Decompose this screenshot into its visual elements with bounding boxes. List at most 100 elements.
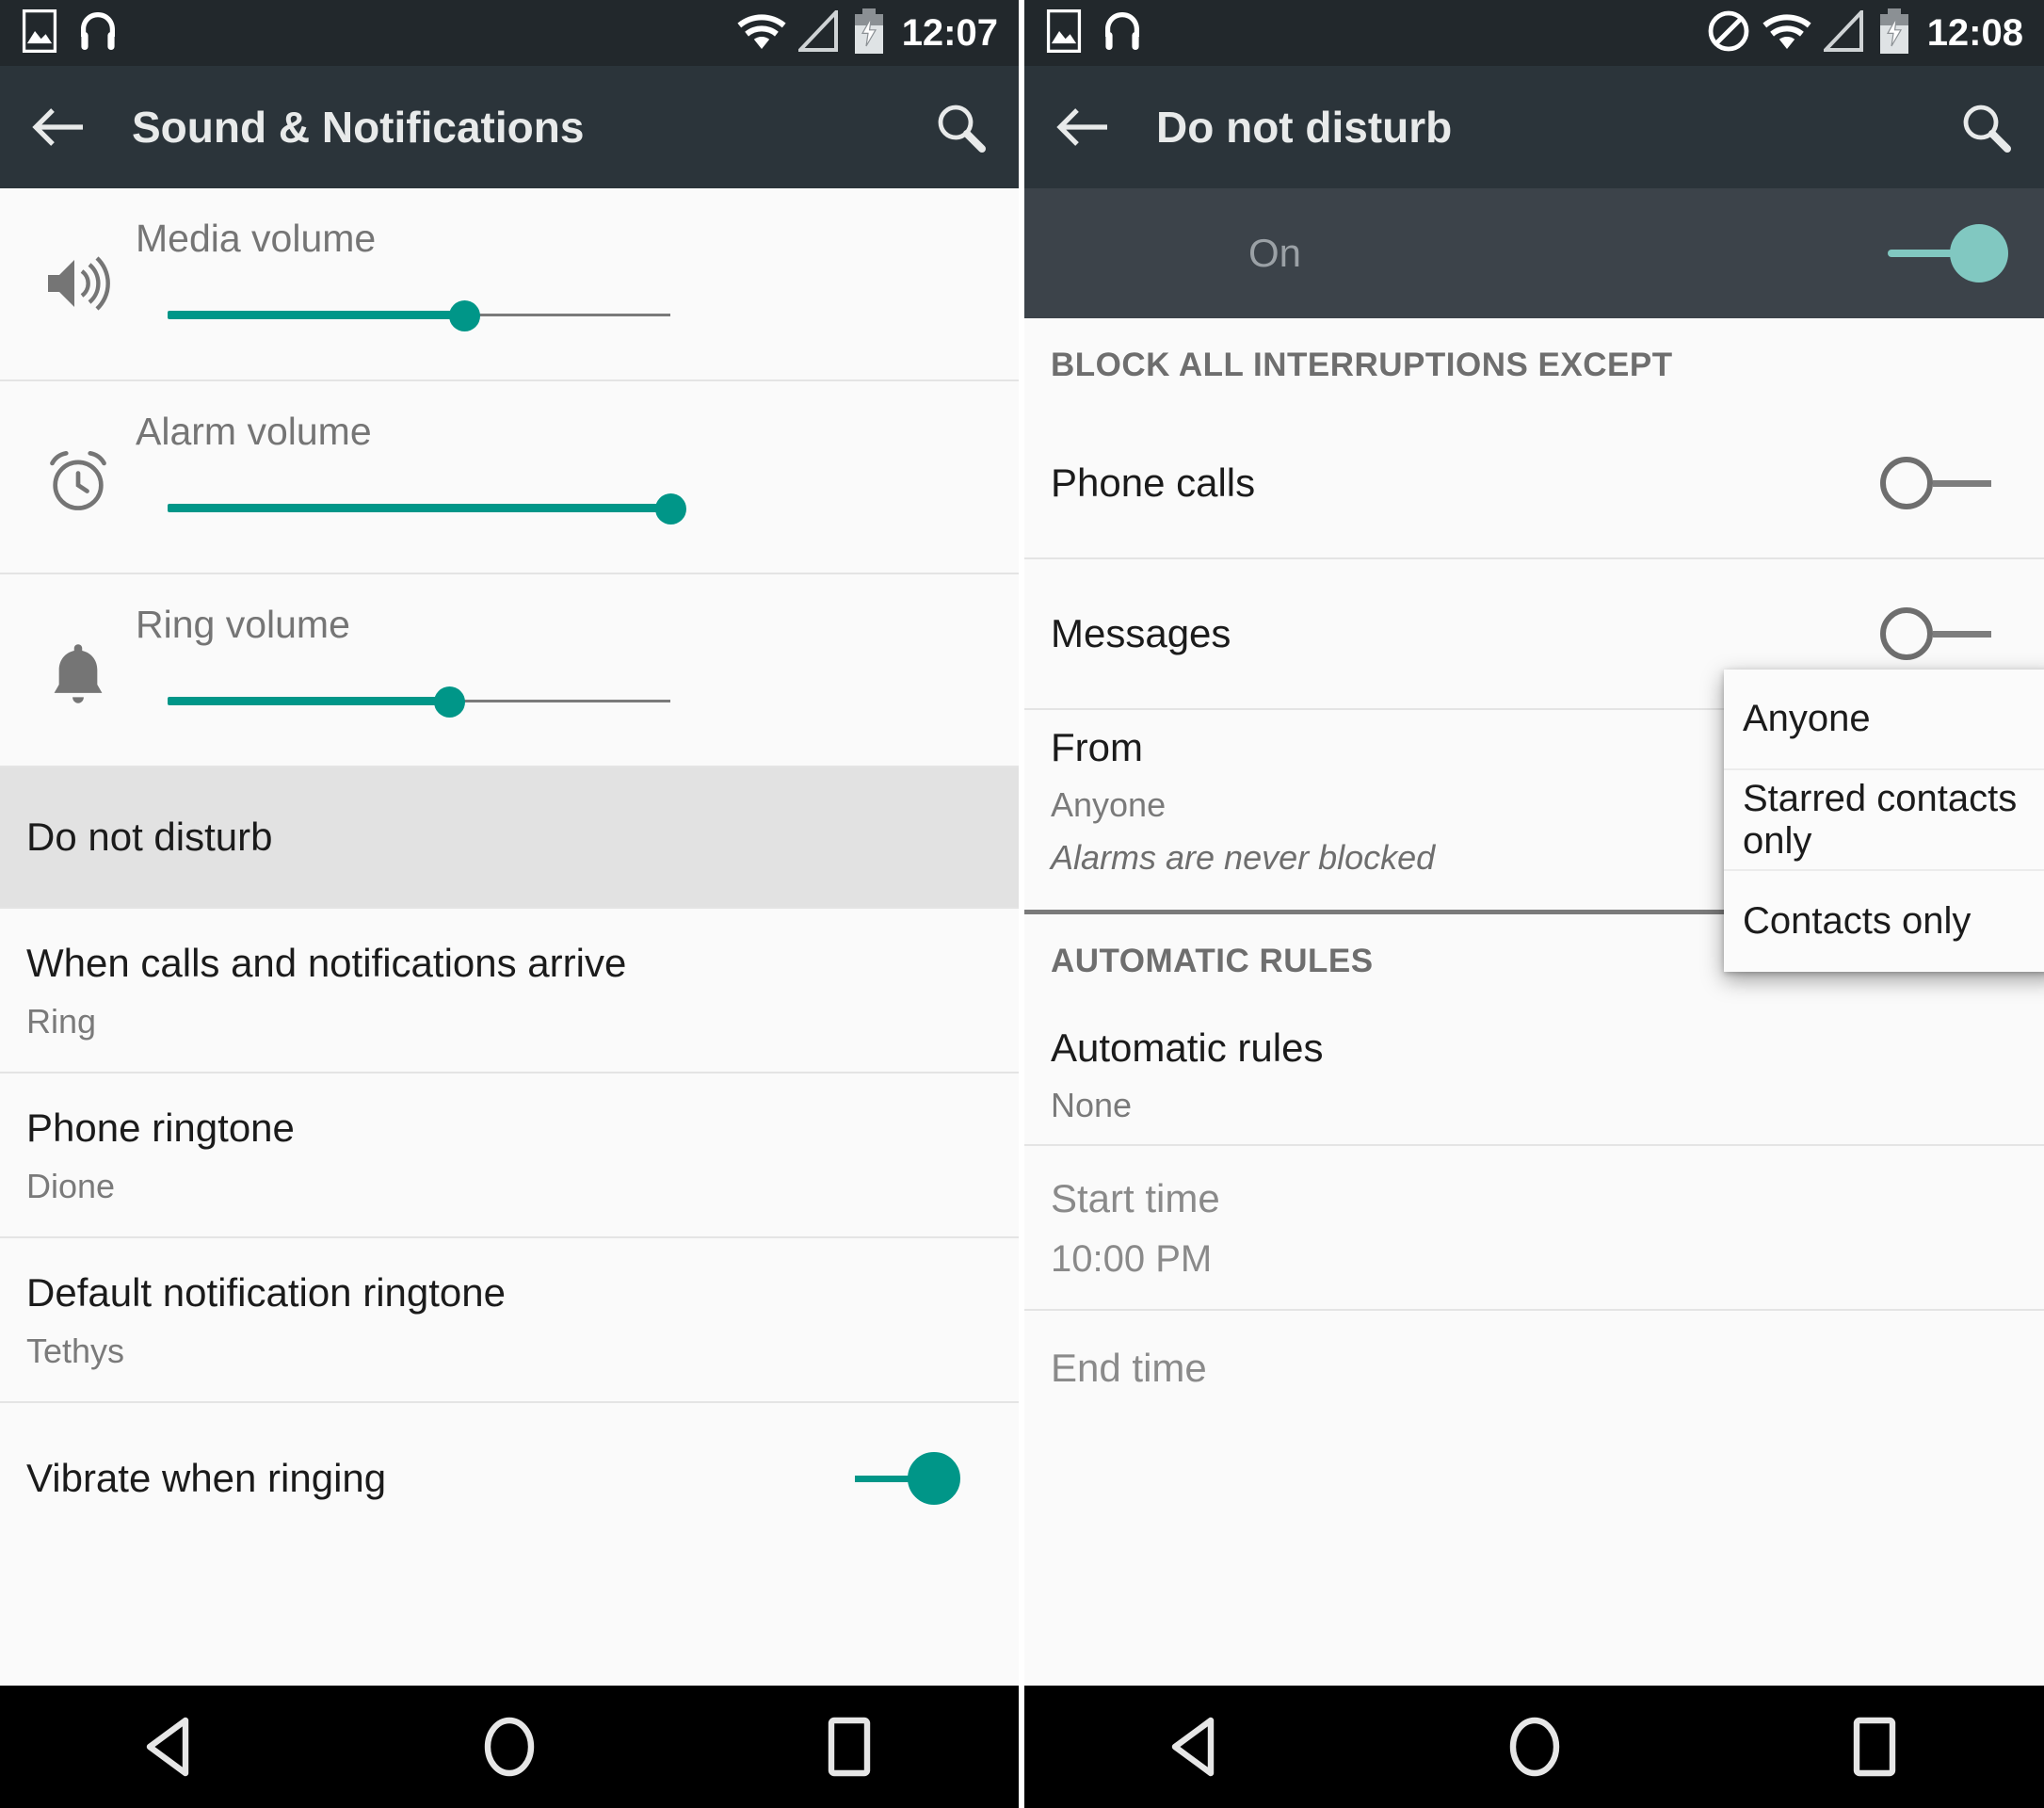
back-arrow-icon[interactable] — [1053, 97, 1113, 157]
list-item-default-notification-ringtone[interactable]: Default notification ringtone Tethys — [0, 1238, 1019, 1403]
recents-square-icon[interactable] — [1818, 1690, 1931, 1803]
page-title: Do not disturb — [1156, 103, 1453, 152]
recents-square-icon[interactable] — [793, 1690, 906, 1803]
headphones-icon — [1100, 8, 1145, 58]
list-item-title: Phone ringtone — [26, 1106, 295, 1151]
dropdown-option-anyone[interactable]: Anyone — [1724, 670, 2044, 770]
home-circle-icon[interactable] — [1478, 1690, 1591, 1803]
slider-label: Ring volume — [136, 603, 350, 646]
list-item-phone-ringtone[interactable]: Phone ringtone Dione — [0, 1074, 1019, 1238]
slider-row-alarm-volume[interactable]: Alarm volume — [0, 381, 1019, 574]
slider-body: Alarm volume — [130, 389, 992, 527]
switch-track — [1888, 250, 1955, 257]
list-item-end-time[interactable]: End time — [1024, 1311, 2044, 1425]
slider-thumb[interactable] — [449, 300, 481, 331]
switch-knob — [1880, 457, 1933, 509]
back-triangle-icon[interactable] — [113, 1690, 226, 1803]
bell-icon — [26, 582, 130, 708]
phone-calls-toggle-switch[interactable] — [1880, 457, 1991, 509]
cell-signal-icon — [796, 7, 842, 56]
alarm-volume-slider[interactable] — [168, 490, 686, 527]
image-icon — [1045, 8, 1083, 57]
home-circle-icon[interactable] — [453, 1690, 566, 1803]
status-left-icons — [21, 8, 121, 58]
do-not-disturb-icon — [1707, 9, 1750, 57]
list-item-subtitle: None — [1051, 1086, 1133, 1125]
page-title: Sound & Notifications — [132, 103, 585, 152]
list-item-start-time[interactable]: Start time 10:00 PM — [1024, 1146, 2044, 1312]
switch-knob — [1880, 607, 1933, 660]
ring-volume-slider[interactable] — [168, 683, 670, 720]
list-item-subtitle: Tethys — [26, 1331, 125, 1370]
list-item-automatic-rules[interactable]: Automatic rules None — [1024, 1005, 2044, 1147]
list-item-title: Start time — [1051, 1176, 1220, 1221]
switch-track — [1933, 631, 1991, 638]
master-switch-label: On — [1248, 231, 1302, 275]
slider-label: Media volume — [136, 217, 377, 260]
list-item-phone-calls[interactable]: Phone calls — [1024, 409, 2044, 559]
slider-row-media-volume[interactable]: Media volume — [0, 188, 1019, 381]
list-item-when-calls-arrive[interactable]: When calls and notifications arrive Ring — [0, 909, 1019, 1074]
slider-body: Media volume — [130, 196, 992, 334]
list-item-vibrate-when-ringing[interactable]: Vibrate when ringing — [0, 1403, 1019, 1554]
cell-signal-icon — [1821, 7, 1867, 56]
volume-up-icon — [26, 196, 130, 313]
back-arrow-icon[interactable] — [28, 97, 89, 157]
switch-track — [1933, 480, 1991, 487]
list-item-title: Automatic rules — [1051, 1025, 1324, 1071]
vibrate-toggle-switch[interactable] — [855, 1452, 966, 1505]
slider-fill — [168, 504, 670, 512]
right-navigation-bar — [1024, 1686, 2044, 1808]
status-right-icons: 12:08 — [1707, 0, 2023, 66]
right-status-bar: 12:08 — [1024, 0, 2044, 66]
left-navigation-bar — [0, 1686, 1019, 1808]
list-item-title: Do not disturb — [26, 815, 273, 859]
switch-knob — [1950, 224, 2008, 282]
switch-knob — [908, 1452, 960, 1505]
dual-screenshot-container: 12:07 Sound & Notifications Media volume — [0, 0, 2044, 1808]
media-volume-slider[interactable] — [168, 297, 670, 334]
slider-body: Ring volume — [130, 582, 992, 720]
search-icon[interactable] — [930, 97, 990, 157]
list-item-title: When calls and notifications arrive — [26, 941, 627, 986]
status-clock: 12:08 — [1926, 12, 2023, 54]
alarm-clock-icon — [26, 389, 130, 515]
list-item-subtitle: Ring — [26, 1001, 97, 1041]
slider-row-ring-volume[interactable]: Ring volume — [0, 574, 1019, 767]
section-header-block-all-interruptions: BLOCK ALL INTERRUPTIONS EXCEPT — [1024, 318, 2044, 409]
list-item-title: Vibrate when ringing — [26, 1456, 387, 1500]
left-status-bar: 12:07 — [0, 0, 1019, 66]
slider-fill — [168, 697, 450, 705]
list-item-subtitle: 10:00 PM — [1051, 1237, 1213, 1280]
list-item-title: Default notification ringtone — [26, 1270, 506, 1316]
list-item-do-not-disturb[interactable]: Do not disturb — [0, 767, 1019, 909]
master-toggle-switch[interactable] — [1888, 224, 2012, 282]
wifi-icon — [736, 10, 787, 56]
status-left-icons — [1045, 8, 1145, 58]
back-triangle-icon[interactable] — [1138, 1690, 1251, 1803]
right-app-bar: Do not disturb — [1024, 66, 2044, 188]
messages-toggle-switch[interactable] — [1880, 607, 1991, 660]
right-phone-screen: 12:08 Do not disturb On BLOCK ALL INTERR… — [1024, 0, 2044, 1808]
list-item-title: Messages — [1051, 611, 1231, 655]
slider-label: Alarm volume — [136, 410, 372, 453]
do-not-disturb-master-switch-row[interactable]: On — [1024, 188, 2044, 318]
battery-charging-icon — [1878, 8, 1910, 58]
left-settings-list: Media volume Alarm volume Ring volume Do… — [0, 188, 1019, 1554]
list-item-title: Phone calls — [1051, 460, 1256, 505]
status-right-icons: 12:07 — [736, 0, 998, 66]
list-item-subtitle: Dione — [26, 1166, 116, 1205]
left-phone-screen: 12:07 Sound & Notifications Media volume — [0, 0, 1019, 1808]
list-item-title: End time — [1051, 1345, 1207, 1390]
from-dropdown-menu[interactable]: Anyone Starred contacts only Contacts on… — [1724, 670, 2044, 972]
dropdown-option-starred-contacts-only[interactable]: Starred contacts only — [1724, 770, 2044, 871]
image-icon — [21, 8, 58, 57]
slider-thumb[interactable] — [655, 493, 686, 525]
status-clock: 12:07 — [901, 12, 998, 54]
search-icon[interactable] — [1955, 97, 2016, 157]
switch-track — [855, 1476, 913, 1482]
headphones-icon — [75, 8, 121, 58]
slider-thumb[interactable] — [434, 686, 466, 718]
left-app-bar: Sound & Notifications — [0, 66, 1019, 188]
dropdown-option-contacts-only[interactable]: Contacts only — [1724, 871, 2044, 972]
